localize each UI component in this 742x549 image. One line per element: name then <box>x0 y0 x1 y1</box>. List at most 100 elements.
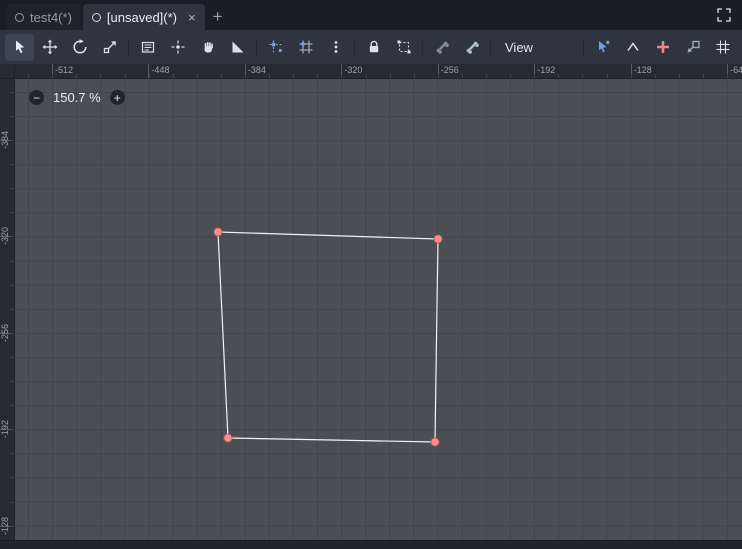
close-curve-button[interactable] <box>708 34 737 61</box>
godot-2d-editor: test4(*) [unsaved](*) × + View -512 -448… <box>0 0 742 549</box>
pan-tool-button[interactable] <box>193 34 222 61</box>
grid-snap-toggle-button[interactable] <box>291 34 320 61</box>
ruler-minor-tick <box>702 74 704 78</box>
ruler-minor-tick <box>124 74 126 78</box>
polygon-layer <box>213 227 443 447</box>
ruler-minor-tick <box>317 74 319 78</box>
ruler-minor-tick <box>10 477 14 479</box>
chevron-up-icon <box>626 42 639 51</box>
lock-object-button[interactable] <box>359 34 388 61</box>
ruler-label: -448 <box>151 65 170 75</box>
ruler-minor-tick <box>461 74 463 78</box>
ruler-minor-tick <box>582 74 584 78</box>
add-point-button[interactable] <box>648 34 677 61</box>
scale-tool-button[interactable] <box>95 34 124 61</box>
list-select-icon <box>141 41 154 53</box>
polygon-vertex-handle[interactable] <box>430 437 440 447</box>
ruler-minor-tick <box>10 332 14 334</box>
ruler-minor-tick <box>630 74 632 78</box>
ruler-label: -512 <box>55 65 74 75</box>
scene-tab-test4[interactable]: test4(*) <box>6 4 81 30</box>
ruler-label: -192 <box>0 420 10 439</box>
ruler-minor-tick <box>534 74 536 78</box>
group-icon <box>397 40 410 54</box>
vertical-ruler: -384 -320 -256 -192 -128 <box>0 79 15 540</box>
ruler-minor-tick <box>10 164 14 166</box>
ruler-minor-tick <box>10 236 14 238</box>
ruler-minor-tick <box>10 429 14 431</box>
zoom-out-button[interactable]: − <box>29 90 44 105</box>
select-control-points-button[interactable] <box>618 34 647 61</box>
ruler-minor-tick <box>10 453 14 455</box>
delete-point-button[interactable] <box>678 34 707 61</box>
list-select-button[interactable] <box>133 34 162 61</box>
ruler-label: -256 <box>0 323 10 342</box>
polygon-outline <box>217 231 439 443</box>
ruler-minor-tick <box>10 188 14 190</box>
scale-tool-icon <box>103 41 116 54</box>
ruler-minor-tick <box>100 74 102 78</box>
ruler-minor-tick <box>172 74 174 78</box>
ruler-label: -256 <box>440 65 459 75</box>
ruler-minor-tick <box>245 74 246 78</box>
polygon-vertex-handle[interactable] <box>433 234 443 244</box>
viewport-canvas[interactable]: − 150.7 % + <box>15 79 742 540</box>
polygon-vertex-handle[interactable] <box>223 433 233 443</box>
ruler-label: -384 <box>0 131 10 150</box>
grid-hash-icon <box>716 40 729 54</box>
smart-snap-toggle-button[interactable] <box>261 34 290 61</box>
smart-snap-icon <box>269 40 282 54</box>
skeleton-options-button[interactable] <box>427 34 456 61</box>
ruler-minor-tick <box>678 74 680 78</box>
corner-arrow-icon <box>687 40 700 53</box>
move-tool-button[interactable] <box>35 34 64 61</box>
rotate-tool-icon <box>72 39 87 54</box>
ruler-corner <box>0 64 15 79</box>
close-tab-icon[interactable]: × <box>188 11 196 24</box>
polygon-vertex-handle[interactable] <box>213 227 223 237</box>
ruler-minor-tick <box>10 91 14 93</box>
pivot-point-button[interactable] <box>163 34 192 61</box>
ruler-tool-icon <box>232 41 243 53</box>
select-points-button[interactable] <box>588 34 617 61</box>
zoom-controls: − 150.7 % + <box>29 90 125 105</box>
ruler-minor-tick <box>10 140 14 142</box>
pink-plus-icon <box>656 41 669 53</box>
toolbar-separator <box>583 38 584 56</box>
scene-tab-label: test4(*) <box>30 9 72 25</box>
select-tool-icon <box>15 40 24 54</box>
ruler-minor-tick <box>727 74 728 78</box>
ruler-minor-tick <box>389 74 391 78</box>
zoom-percentage[interactable]: 150.7 % <box>53 90 101 105</box>
expand-arrows-icon <box>717 8 731 22</box>
ruler-minor-tick <box>413 74 415 78</box>
snap-options-menu-button[interactable] <box>321 34 350 61</box>
toolbar-separator <box>490 38 491 56</box>
ruler-minor-tick <box>28 74 30 78</box>
ruler-label: -320 <box>344 65 363 75</box>
new-scene-tab-button[interactable]: + <box>205 4 231 30</box>
distraction-free-mode-button[interactable] <box>712 3 736 27</box>
ruler-label: -64 <box>730 65 742 75</box>
group-object-button[interactable] <box>389 34 418 61</box>
ruler-minor-tick <box>10 405 14 407</box>
ruler-label: -128 <box>0 516 10 535</box>
toolbar-separator <box>422 38 423 56</box>
scene-tab-unsaved[interactable]: [unsaved](*) × <box>82 4 205 30</box>
rotate-tool-button[interactable] <box>65 34 94 61</box>
toolbar-separator <box>128 38 129 56</box>
ruler-tool-button[interactable] <box>223 34 252 61</box>
bone-dim-icon <box>436 41 449 54</box>
ruler-minor-tick <box>148 74 150 78</box>
zoom-in-button[interactable]: + <box>109 90 125 105</box>
ruler-minor-tick <box>76 74 78 78</box>
bone-options-button[interactable] <box>457 34 486 61</box>
scene-tab-label: [unsaved](*) <box>106 9 177 25</box>
scene-node-icon <box>15 12 24 22</box>
ruler-minor-tick <box>293 74 295 78</box>
ruler-row: -512 -448 -384 -320 -256 -192 -128 -64 <box>0 64 742 79</box>
view-menu-button[interactable]: View <box>495 34 543 61</box>
ruler-minor-tick <box>10 356 14 358</box>
select-tool-button[interactable] <box>5 33 34 61</box>
ruler-minor-tick <box>10 212 14 214</box>
